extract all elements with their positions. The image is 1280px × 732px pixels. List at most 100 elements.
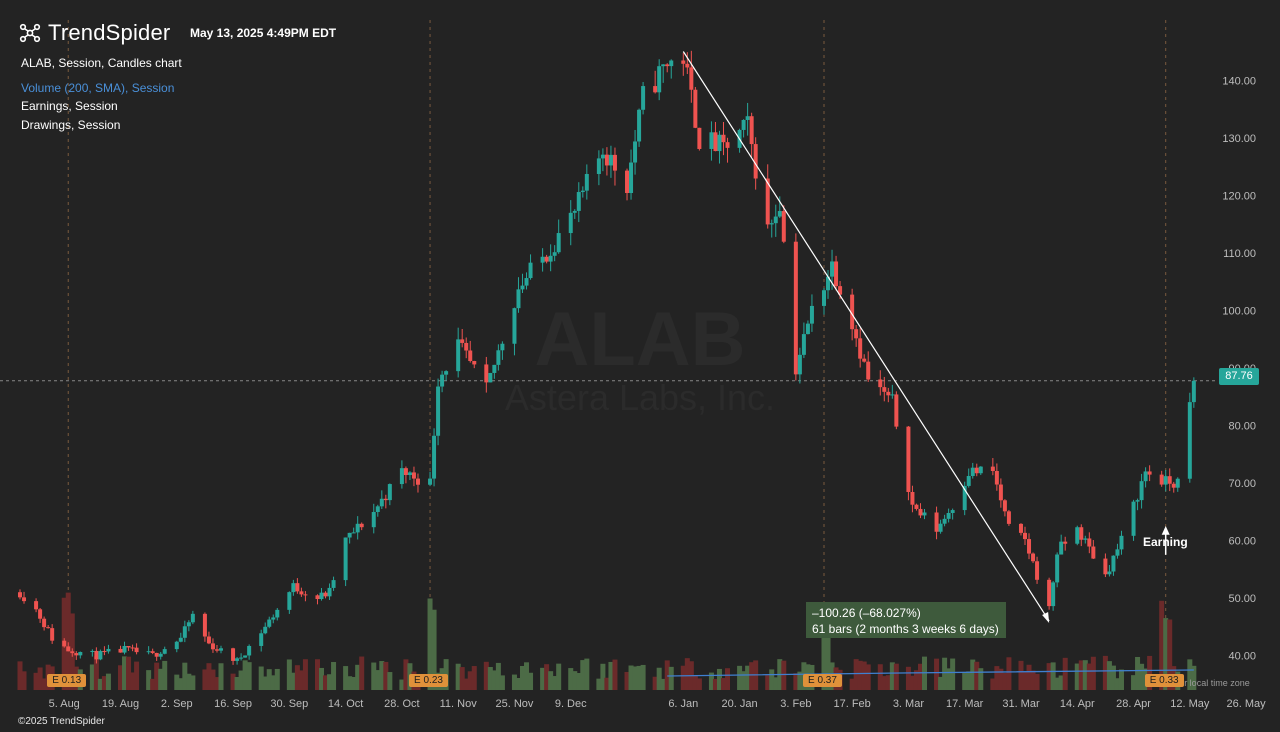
candle-body[interactable] [94,650,99,660]
candle-body[interactable] [178,637,183,642]
candle-body[interactable] [773,216,778,224]
candle-body[interactable] [922,512,927,516]
candle-body[interactable] [1111,555,1116,572]
candle-body[interactable] [950,510,955,513]
candle-body[interactable] [524,278,529,286]
candle-body[interactable] [130,647,135,649]
candle-body[interactable] [34,601,39,610]
candle-body[interactable] [749,116,754,145]
candle-body[interactable] [625,170,630,194]
candle-body[interactable] [150,651,155,653]
candle-body[interactable] [1047,579,1052,607]
candle-body[interactable] [830,261,835,277]
candle-body[interactable] [303,594,308,596]
candle-body[interactable] [1147,471,1152,475]
candle-body[interactable] [1103,558,1108,575]
candle-body[interactable] [725,142,730,148]
legend-earnings[interactable]: Earnings, Session [21,99,118,113]
candle-body[interactable] [1035,561,1040,580]
measure-box[interactable]: –100.26 (–68.027%) 61 bars (2 months 3 w… [806,602,1006,638]
candle-body[interactable] [1131,501,1136,536]
candle-body[interactable] [468,350,473,362]
candle-body[interactable] [568,212,573,234]
candle-body[interactable] [1006,511,1011,524]
candle-body[interactable] [741,119,746,130]
candle-body[interactable] [492,364,497,373]
candle-body[interactable] [970,467,975,477]
candle-body[interactable] [661,64,666,67]
candle-body[interactable] [882,387,887,392]
candle-body[interactable] [42,618,47,628]
candle-body[interactable] [239,657,244,659]
candle-body[interactable] [206,636,211,644]
candle-body[interactable] [717,134,722,152]
candle-body[interactable] [1002,500,1007,512]
candle-body[interactable] [66,646,71,652]
candle-body[interactable] [214,649,219,651]
candle-body[interactable] [102,651,107,653]
candle-body[interactable] [990,466,995,471]
candle-body[interactable] [994,470,999,485]
candle-body[interactable] [299,591,304,595]
candle-body[interactable] [866,361,871,380]
candle-body[interactable] [287,592,292,610]
candle-body[interactable] [415,478,420,485]
candle-body[interactable] [259,633,264,646]
earnings-badge[interactable]: E 0.13 [47,674,87,687]
candle-body[interactable] [1187,402,1192,479]
candle-body[interactable] [653,86,658,93]
candle-body[interactable] [291,583,296,593]
candle-body[interactable] [456,339,461,372]
candle-body[interactable] [343,537,348,581]
candle-body[interactable] [190,613,195,623]
candle-body[interactable] [1175,478,1180,488]
candle-body[interactable] [126,646,131,648]
candle-body[interactable] [323,592,328,597]
candle-body[interactable] [18,592,22,598]
candle-body[interactable] [552,252,557,256]
candle-body[interactable] [520,285,525,290]
candle-body[interactable] [1091,546,1096,559]
candle-body[interactable] [629,162,634,194]
candle-body[interactable] [464,342,469,351]
candle-body[interactable] [805,323,810,335]
candle-body[interactable] [1018,523,1023,533]
candle-body[interactable] [528,262,533,279]
candle-body[interactable] [1159,474,1164,485]
candle-body[interactable] [387,484,392,501]
candle-body[interactable] [383,498,388,501]
candle-body[interactable] [878,379,883,388]
candle-body[interactable] [914,504,919,509]
candle-body[interactable] [90,650,95,653]
earnings-badge[interactable]: E 0.37 [803,674,842,687]
candle-body[interactable] [436,386,441,436]
candle-body[interactable] [1083,538,1088,540]
candle-body[interactable] [801,334,806,355]
candle-body[interactable] [665,64,670,67]
candle-body[interactable] [1075,527,1080,544]
candle-body[interactable] [106,648,111,652]
candle-body[interactable] [604,154,609,166]
candle-body[interactable] [355,523,360,533]
candle-body[interactable] [584,173,589,191]
candle-body[interactable] [70,651,75,654]
candle-body[interactable] [697,127,702,149]
candle-body[interactable] [1143,471,1148,482]
candle-body[interactable] [637,109,642,142]
candle-body[interactable] [1059,541,1064,555]
candle-body[interactable] [713,132,718,152]
candle-body[interactable] [781,211,786,242]
candle-body[interactable] [822,290,826,306]
candle-body[interactable] [669,60,674,67]
candle-body[interactable] [460,339,465,343]
candle-body[interactable] [1031,553,1036,562]
candle-body[interactable] [359,523,364,528]
candle-body[interactable] [347,532,352,538]
candle-body[interactable] [444,371,449,375]
candle-body[interactable] [319,592,324,600]
candle-body[interactable] [809,305,814,324]
candle-body[interactable] [263,626,268,634]
candle-body[interactable] [918,508,923,516]
candle-body[interactable] [1027,539,1032,554]
candle-body[interactable] [275,609,280,618]
